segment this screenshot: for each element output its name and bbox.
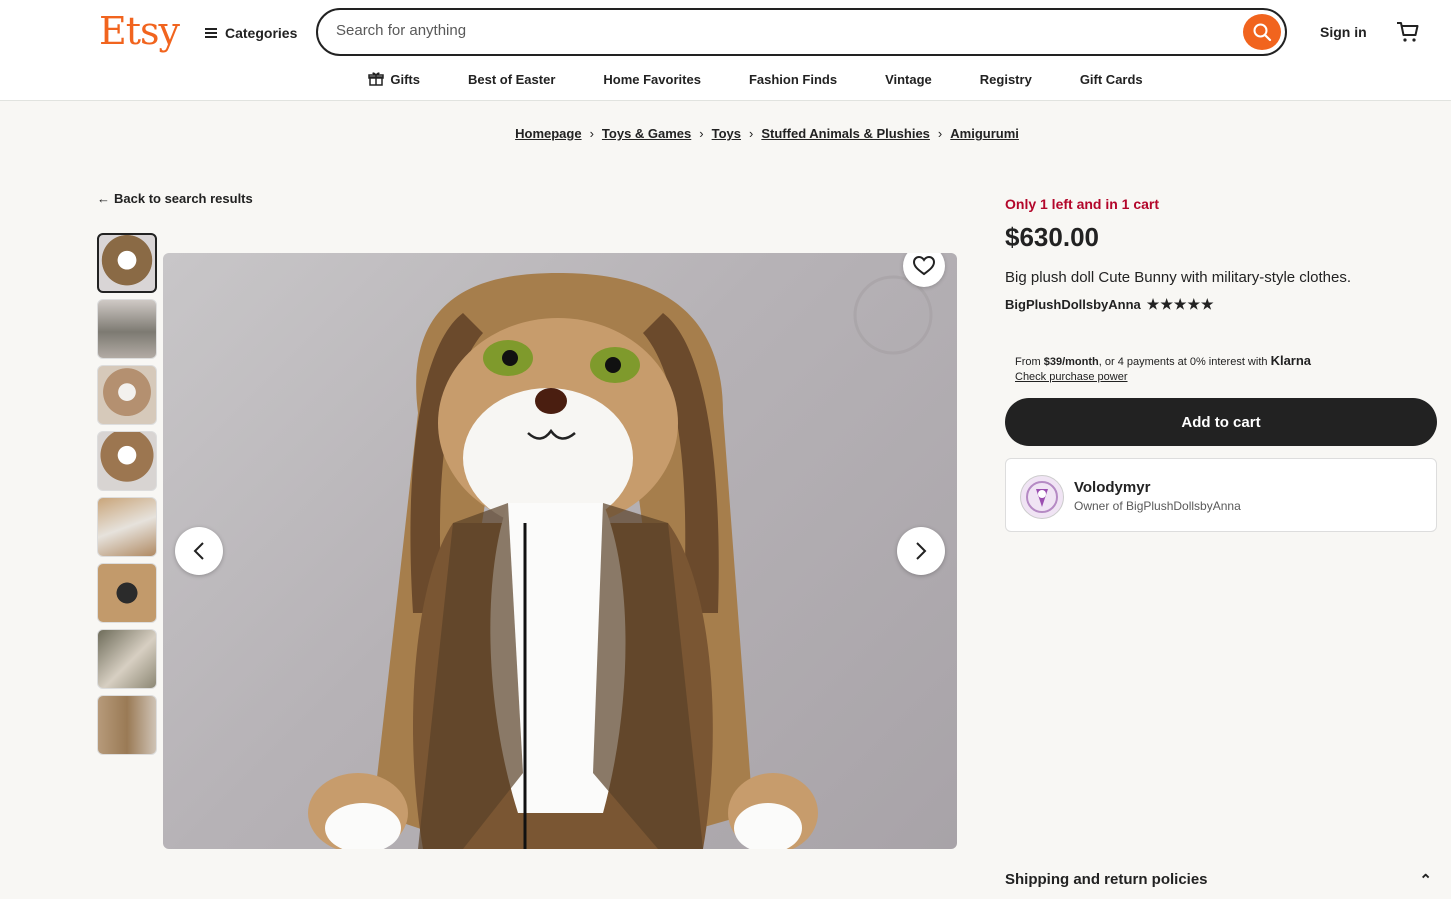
nav-item-vintage[interactable]: Vintage — [885, 68, 932, 90]
nav-item-fashion-finds[interactable]: Fashion Finds — [749, 68, 837, 90]
avatar — [1020, 475, 1064, 519]
categories-button[interactable]: Categories — [205, 22, 297, 44]
thumbnail-1[interactable] — [97, 233, 157, 293]
star-icon: ★ — [1146, 296, 1161, 312]
product-title: Big plush doll Cute Bunny with military-… — [1005, 269, 1351, 286]
shop-name-link[interactable]: BigPlushDollsbyAnna — [1005, 297, 1141, 312]
category-nav: Gifts Best of Easter Home Favorites Fash… — [0, 68, 1451, 90]
search-icon — [1253, 23, 1272, 42]
thumbnail-4[interactable] — [97, 431, 157, 491]
owner-name: Volodymyr — [1074, 479, 1151, 496]
product-image — [163, 253, 957, 849]
heart-icon — [913, 256, 935, 276]
chevron-right-icon: › — [589, 126, 594, 141]
breadcrumb: Homepage › Toys & Games › Toys › Stuffed… — [0, 126, 1451, 141]
chevron-left-icon — [193, 542, 204, 560]
back-label: Back to search results — [114, 191, 253, 206]
chevron-up-icon: ⌃ — [1419, 872, 1432, 889]
etsy-logo[interactable]: Etsy — [99, 9, 180, 53]
search-button[interactable] — [1243, 14, 1281, 50]
breadcrumb-amigurumi[interactable]: Amigurumi — [950, 126, 1019, 141]
search-input[interactable] — [336, 22, 1216, 39]
product-price: $630.00 — [1005, 222, 1099, 252]
nav-item-best-of-easter[interactable]: Best of Easter — [468, 68, 555, 90]
star-icon: ★ — [1173, 296, 1188, 312]
menu-icon — [205, 28, 217, 38]
cart-button[interactable] — [1396, 20, 1420, 49]
thumbnail-strip — [97, 233, 157, 761]
thumbnail-8[interactable] — [97, 695, 157, 755]
chevron-right-icon: › — [749, 126, 754, 141]
search-bar — [316, 8, 1287, 56]
nav-item-home-favorites[interactable]: Home Favorites — [603, 68, 701, 90]
back-to-results-link[interactable]: ← Back to search results — [97, 191, 253, 206]
thumbnail-3[interactable] — [97, 365, 157, 425]
check-purchase-power-link[interactable]: Check purchase power — [1015, 370, 1311, 385]
klarna-middle: , or 4 payments at 0% interest with — [1098, 356, 1271, 368]
thumbnail-7[interactable] — [97, 629, 157, 689]
klarna-logo: Klarna — [1270, 353, 1312, 368]
klarna-financing: From $39/month, or 4 payments at 0% inte… — [1015, 353, 1311, 385]
arrow-left-icon: ← — [97, 191, 110, 206]
owner-role: Owner of BigPlushDollsbyAnna — [1074, 499, 1241, 513]
breadcrumb-stuffed-animals[interactable]: Stuffed Animals & Plushies — [761, 126, 930, 141]
breadcrumb-toys[interactable]: Toys — [712, 126, 741, 141]
chevron-right-icon: › — [699, 126, 704, 141]
nav-item-registry[interactable]: Registry — [980, 68, 1032, 90]
site-header: Etsy Categories Sign in Gifts Best of Ea… — [0, 0, 1451, 101]
thumbnail-5[interactable] — [97, 497, 157, 557]
chevron-right-icon — [916, 542, 927, 560]
breadcrumb-homepage[interactable]: Homepage — [515, 126, 581, 141]
nav-label: Gifts — [390, 71, 420, 87]
next-image-button[interactable] — [897, 527, 945, 575]
shipping-policies-toggle[interactable]: Shipping and return policies ⌃ — [1005, 871, 1432, 889]
breadcrumb-toys-games[interactable]: Toys & Games — [602, 126, 691, 141]
policies-label: Shipping and return policies — [1005, 871, 1208, 888]
star-icon: ★ — [1160, 296, 1174, 312]
star-icon: ★ — [1201, 296, 1215, 312]
cart-icon — [1397, 22, 1419, 42]
plush-bunny-photo — [308, 273, 933, 849]
thumbnail-2[interactable] — [97, 299, 157, 359]
chevron-right-icon: › — [937, 126, 943, 141]
thumbnail-6[interactable] — [97, 563, 157, 623]
klarna-prefix: From — [1015, 356, 1044, 368]
stock-notice: Only 1 left and in 1 cart — [1005, 196, 1160, 212]
sign-in-link[interactable]: Sign in — [1320, 24, 1367, 40]
rating-stars: ★★★★★ — [1147, 296, 1215, 313]
owner-card[interactable]: Volodymyr Owner of BigPlushDollsbyAnna — [1005, 458, 1437, 532]
star-icon: ★ — [1187, 296, 1202, 312]
add-to-cart-button[interactable]: Add to cart — [1005, 398, 1437, 446]
shop-logo-icon — [1026, 481, 1058, 513]
previous-image-button[interactable] — [175, 527, 223, 575]
gift-icon — [368, 72, 385, 86]
categories-label: Categories — [225, 25, 298, 41]
nav-item-gift-cards[interactable]: Gift Cards — [1080, 68, 1143, 90]
nav-item-gifts[interactable]: Gifts — [368, 68, 420, 90]
shop-info: BigPlushDollsbyAnna ★★★★★ — [1005, 296, 1215, 313]
klarna-amount: $39/month — [1043, 356, 1099, 368]
